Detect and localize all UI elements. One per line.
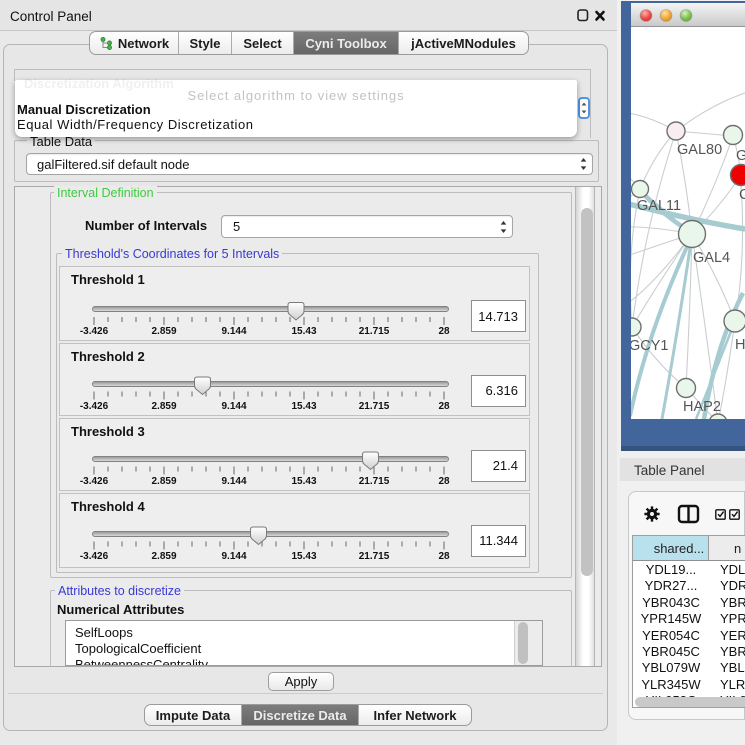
- svg-text:GAL80: GAL80: [677, 142, 722, 158]
- svg-text:GAL7: GAL7: [736, 148, 745, 164]
- svg-text:GCY1: GCY1: [631, 338, 669, 354]
- svg-text:HI: HI: [735, 337, 745, 353]
- svg-text:CY: CY: [739, 187, 745, 203]
- svg-text:GAL4: GAL4: [693, 250, 730, 266]
- svg-text:GAL11: GAL11: [637, 198, 681, 214]
- svg-text:HAP2: HAP2: [683, 399, 721, 415]
